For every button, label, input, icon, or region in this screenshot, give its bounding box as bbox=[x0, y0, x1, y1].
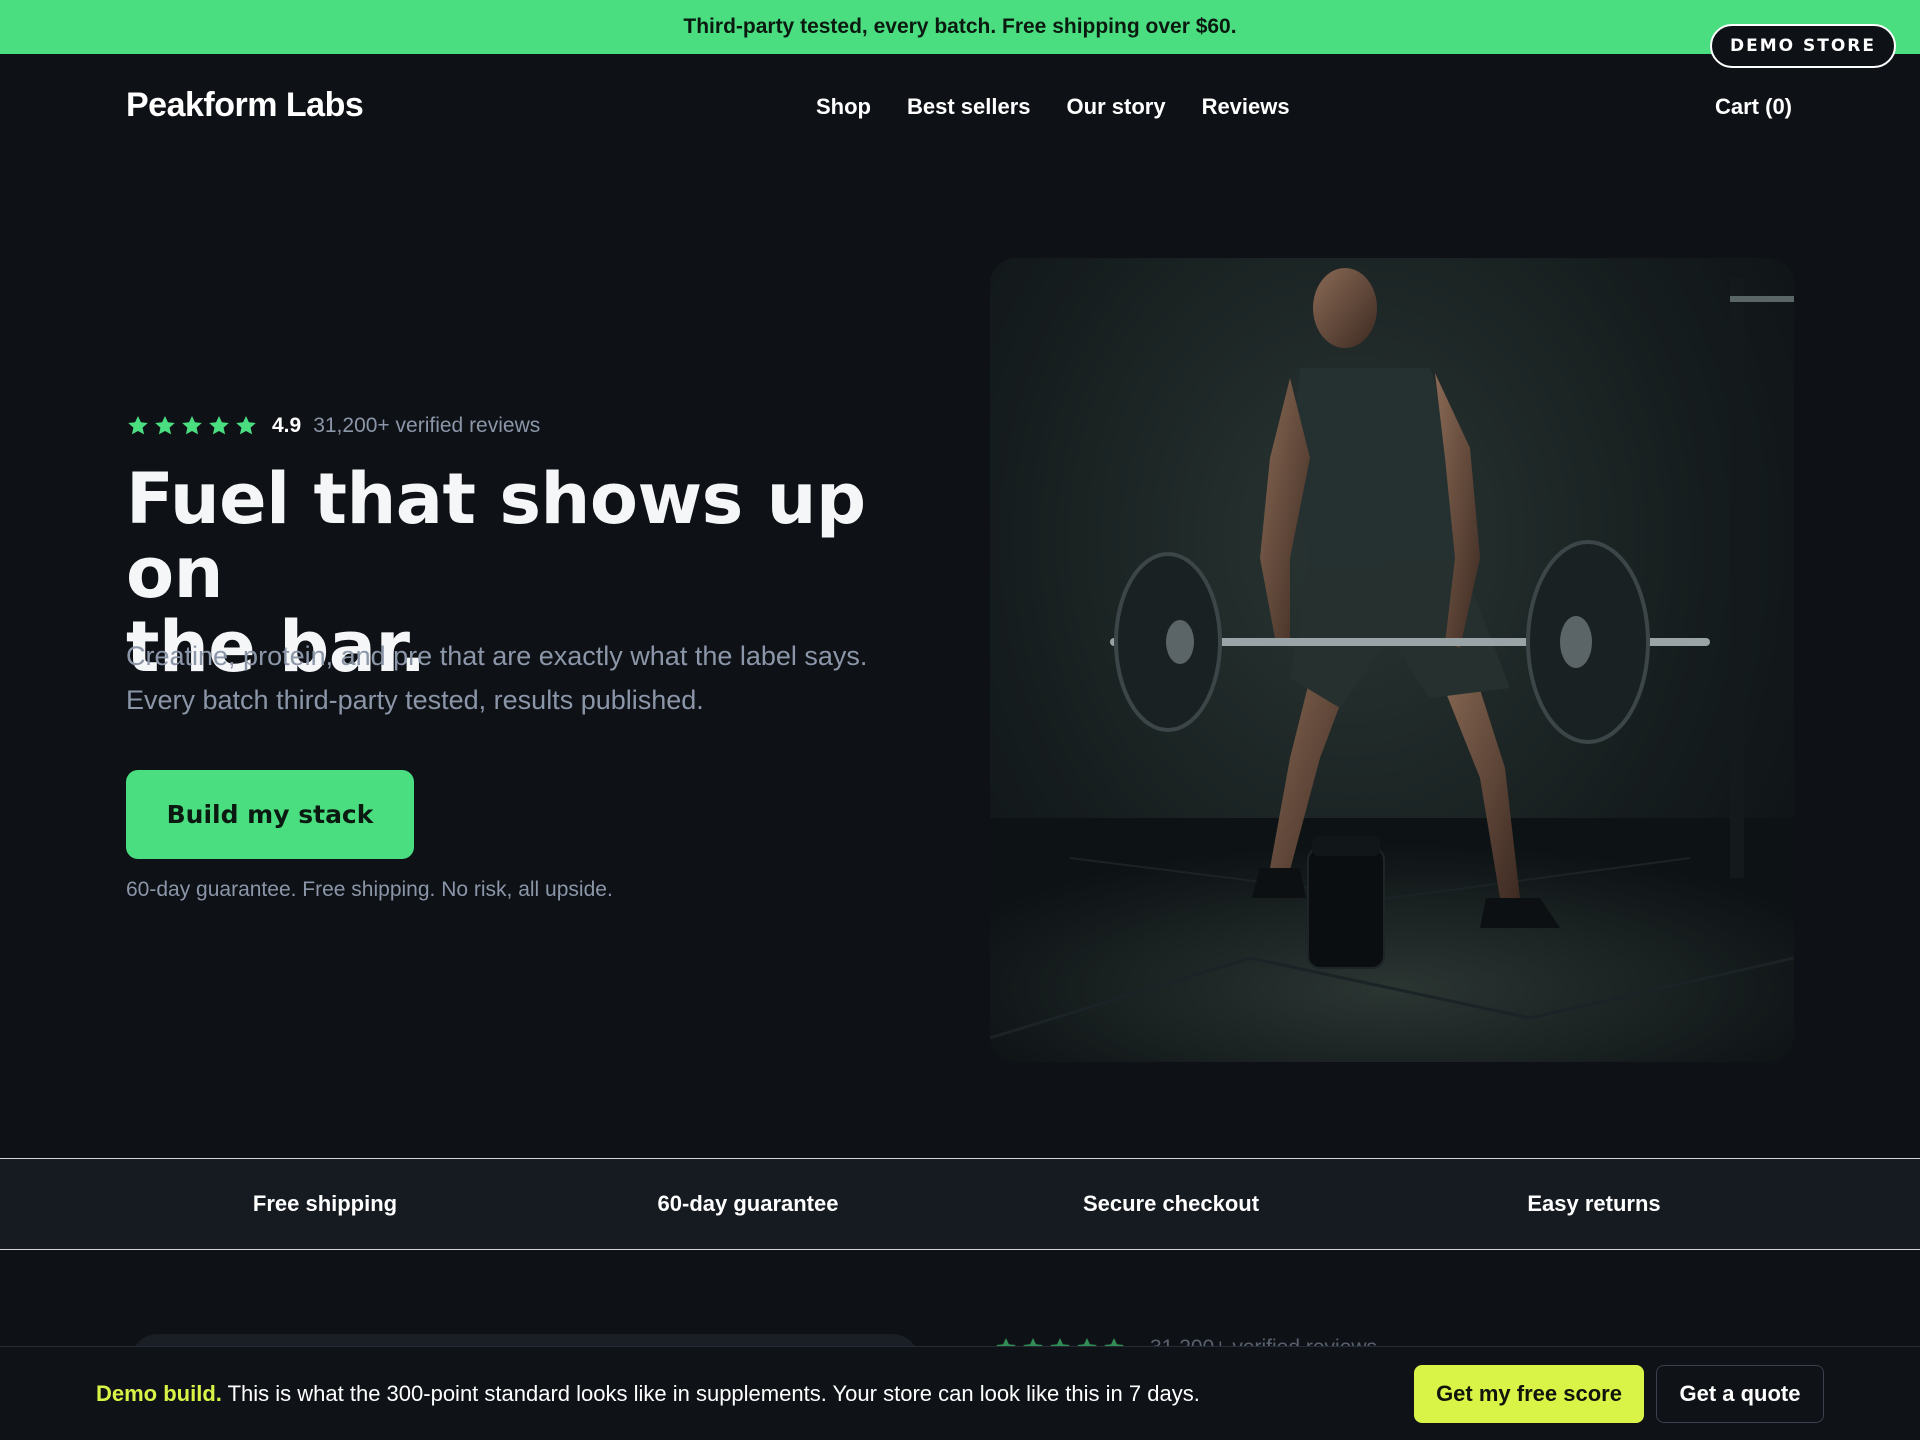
trust-strip: Free shipping 60-day guarantee Secure ch… bbox=[0, 1158, 1920, 1250]
subhead-line-1: Creatine, protein, and pre that are exac… bbox=[126, 641, 868, 671]
rating-count: 31,200+ verified reviews bbox=[313, 414, 541, 437]
cart-link[interactable]: Cart (0) bbox=[1715, 94, 1792, 120]
trust-easy-returns: Easy returns bbox=[1527, 1191, 1661, 1216]
trust-secure-checkout: Secure checkout bbox=[1082, 1191, 1260, 1216]
demo-banner: Demo build. This is what the 300-point s… bbox=[0, 1346, 1920, 1440]
nav-shop[interactable]: Shop bbox=[816, 94, 871, 120]
nav-best-sellers[interactable]: Best sellers bbox=[907, 94, 1031, 120]
site-header: Peakform Labs Shop Best sellers Our stor… bbox=[0, 54, 1920, 164]
announcement-text: Third-party tested, every batch. Free sh… bbox=[683, 15, 1237, 38]
star-icon bbox=[180, 414, 204, 438]
demo-store-badge[interactable]: DEMO STORE bbox=[1710, 24, 1896, 68]
headline-line-1: Fuel that shows up on bbox=[126, 458, 866, 614]
get-free-score-button[interactable]: Get my free score bbox=[1414, 1365, 1644, 1423]
subhead-line-2: Every batch third-party tested, results … bbox=[126, 685, 704, 715]
star-icon bbox=[126, 414, 150, 438]
trust-guarantee: 60-day guarantee bbox=[657, 1191, 839, 1216]
hero-subhead: Creatine, protein, and pre that are exac… bbox=[126, 634, 946, 722]
nav-reviews[interactable]: Reviews bbox=[1202, 94, 1290, 120]
star-icon bbox=[234, 414, 258, 438]
athlete-deadlift-illustration bbox=[990, 268, 1794, 1062]
demo-banner-highlight: Demo build. bbox=[96, 1381, 222, 1406]
announcement-bar: Third-party tested, every batch. Free sh… bbox=[0, 0, 1920, 54]
demo-banner-message: This is what the 300-point standard look… bbox=[221, 1381, 1200, 1406]
build-stack-button[interactable]: Build my stack bbox=[126, 770, 414, 859]
star-icon bbox=[207, 414, 231, 438]
hero-rating: 4.9 31,200+ verified reviews bbox=[126, 414, 540, 438]
rating-score: 4.9 bbox=[272, 414, 302, 437]
trust-free-shipping: Free shipping bbox=[252, 1191, 398, 1216]
get-quote-button[interactable]: Get a quote bbox=[1656, 1365, 1824, 1423]
star-icon bbox=[153, 414, 177, 438]
demo-banner-text: Demo build. This is what the 300-point s… bbox=[96, 1381, 1200, 1407]
nav-our-story[interactable]: Our story bbox=[1067, 94, 1166, 120]
guarantee-note: 60-day guarantee. Free shipping. No risk… bbox=[126, 878, 613, 901]
hero-image bbox=[990, 258, 1794, 1062]
main-nav: Shop Best sellers Our story Reviews bbox=[816, 94, 1290, 120]
rating-stars bbox=[126, 414, 258, 438]
brand-logo[interactable]: Peakform Labs bbox=[126, 86, 364, 125]
